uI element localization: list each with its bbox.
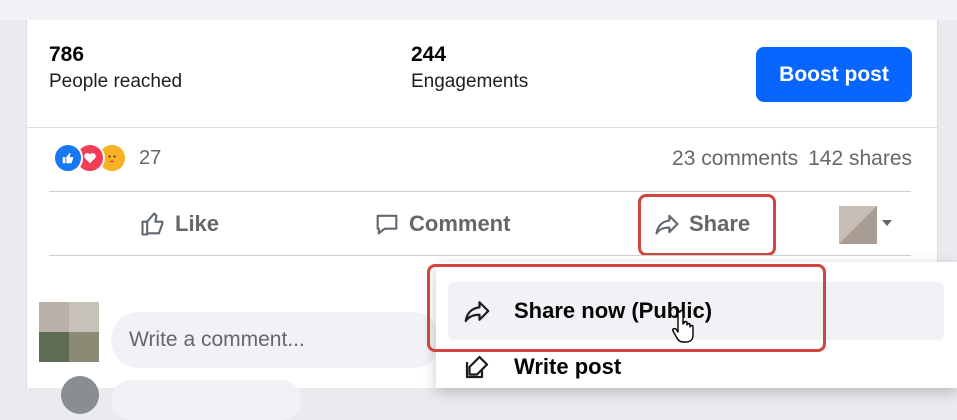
like-button[interactable]: Like: [139, 206, 219, 242]
hand-cursor-icon: [672, 309, 694, 343]
cropped-post-text: [0, 0, 957, 20]
stat-value: 786: [49, 43, 85, 66]
stat-label: People reached: [49, 71, 183, 92]
comment-label: Comment: [409, 211, 511, 236]
divider: [49, 191, 911, 192]
stat-people-reached: 786 People reached: [49, 42, 182, 95]
stat-engagements: 244 Engagements: [411, 42, 528, 95]
page-avatar[interactable]: [839, 206, 877, 244]
stat-label: Engagements: [411, 71, 529, 92]
stat-value: 244: [411, 43, 447, 66]
boost-post-button[interactable]: Boost post: [756, 47, 912, 102]
like-label: Like: [175, 211, 220, 236]
comment-button[interactable]: Comment: [373, 206, 510, 242]
comment-bubble: [111, 380, 301, 420]
chevron-down-icon[interactable]: [882, 220, 892, 226]
comment-placeholder: Write a comment...: [129, 328, 305, 351]
share-now-highlight-box: [427, 264, 826, 352]
edit-icon: [465, 355, 489, 379]
comment-input[interactable]: Write a comment...: [111, 312, 441, 368]
divider: [27, 127, 937, 128]
avatar: [61, 376, 99, 414]
divider: [49, 255, 911, 256]
like-icon: [53, 143, 83, 173]
thumbs-up-icon: [141, 212, 164, 236]
comments-count-link[interactable]: 23 comments: [672, 147, 798, 170]
write-post-label: Write post: [514, 354, 622, 379]
comment-bubble-icon: [376, 214, 398, 235]
reactions-summary[interactable]: 27: [53, 143, 161, 173]
reaction-count: 27: [139, 146, 162, 169]
avatar: [39, 302, 99, 362]
shares-count-link[interactable]: 142 shares: [808, 147, 912, 170]
share-highlight-box: [638, 194, 776, 256]
post-meta: 23 comments 142 shares: [672, 147, 912, 171]
